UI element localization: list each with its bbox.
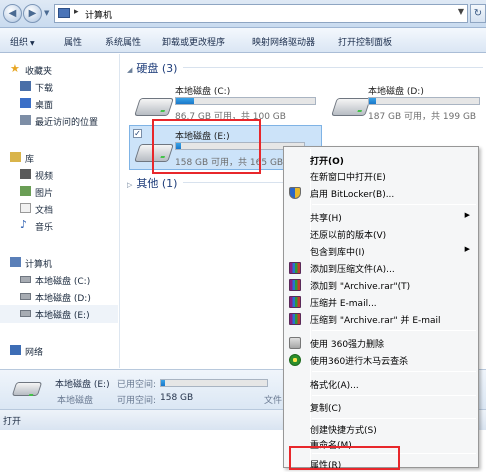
drive-icon	[134, 98, 174, 116]
download-folder-icon	[20, 81, 31, 91]
menu-separator	[312, 371, 476, 372]
submenu-arrow-icon: ▶	[464, 211, 470, 219]
library-icon	[10, 152, 21, 162]
winrar-icon	[289, 313, 301, 325]
menu-separator	[312, 204, 476, 205]
drive-icon	[20, 310, 31, 317]
drive-icon	[331, 98, 371, 116]
menu-item-360-delete[interactable]: 使用 360强力删除	[284, 335, 478, 351]
drive-usage-bar	[175, 97, 316, 105]
menu-item-open[interactable]: 打开(O)	[284, 152, 478, 168]
recent-pages-dropdown-icon[interactable]: ▼	[44, 9, 49, 17]
control-panel-button[interactable]: 打开控制面板	[338, 35, 392, 48]
winrar-icon	[289, 296, 301, 308]
document-icon	[20, 203, 31, 213]
forward-button[interactable]: ▶	[23, 4, 42, 23]
menu-item-include-library[interactable]: 包含到库中(I) ▶	[284, 243, 478, 259]
drive-usage-bar	[368, 97, 480, 105]
menu-separator	[312, 330, 476, 331]
address-bar[interactable]: ▸ 计算机 ▼	[54, 4, 468, 23]
computer-icon	[10, 257, 21, 267]
shredder-icon	[289, 337, 301, 349]
winrar-icon	[289, 279, 301, 291]
refresh-icon: ↻	[473, 8, 483, 19]
menu-item-compress-rar-email[interactable]: 压缩到 "Archive.rar" 并 E-mail	[284, 311, 478, 327]
star-icon: ★	[10, 62, 20, 75]
menu-item-bitlocker[interactable]: 启用 BitLocker(B)...	[284, 185, 478, 201]
desktop-icon	[20, 98, 31, 108]
menu-item-share[interactable]: 共享(H) ▶	[284, 209, 478, 225]
address-dropdown-icon[interactable]: ▼	[458, 7, 464, 16]
annotation-highlight-drive-e	[152, 119, 261, 174]
command-bar: 组织 ▼ 属性 系统属性 卸载或更改程序 映射网络驱动器 打开控制面板	[0, 28, 486, 53]
drive-icon	[11, 382, 43, 396]
menu-separator	[312, 418, 476, 419]
group-header-hard-disks[interactable]: ◢ 硬盘 (3)	[127, 60, 177, 76]
uninstall-button[interactable]: 卸载或更改程序	[162, 35, 225, 48]
organize-button[interactable]: 组织 ▼	[10, 35, 35, 48]
map-drive-button[interactable]: 映射网络驱动器	[252, 35, 315, 48]
annotation-highlight-properties	[289, 446, 400, 470]
menu-separator	[312, 395, 476, 396]
breadcrumb-computer[interactable]: 计算机	[85, 8, 112, 21]
details-usage-bar	[160, 379, 268, 387]
details-free-label: 可用空间:	[117, 396, 157, 406]
group-divider	[183, 182, 283, 183]
collapse-icon: ◢	[127, 66, 133, 74]
360-security-icon	[289, 354, 301, 366]
menu-item-open-new-window[interactable]: 在新窗口中打开(E)	[284, 168, 478, 184]
breadcrumb-separator-icon[interactable]: ▸	[74, 7, 79, 17]
details-free-value: 158 GB	[160, 393, 194, 403]
picture-icon	[20, 186, 31, 196]
refresh-button[interactable]: ↻	[470, 4, 486, 23]
drive-icon	[20, 276, 31, 283]
menu-item-add-archive-rar[interactable]: 添加到 "Archive.rar"(T)	[284, 277, 478, 293]
selection-checkbox[interactable]: ✓	[133, 129, 142, 138]
recent-places-icon	[20, 115, 31, 125]
details-used-label: 已用空间:	[117, 380, 157, 390]
group-divider	[183, 67, 483, 68]
context-menu: 打开(O) 在新窗口中打开(E) 启用 BitLocker(B)... 共享(H…	[283, 146, 479, 471]
status-text: 打开	[3, 417, 22, 427]
chevron-down-icon: ▼	[30, 40, 35, 47]
menu-item-360-scan[interactable]: 使用360进行木马云查杀	[284, 352, 478, 368]
winrar-icon	[289, 262, 301, 274]
back-button[interactable]: ◀	[3, 4, 22, 23]
video-icon	[20, 169, 31, 179]
computer-icon	[58, 8, 70, 18]
menu-item-restore-versions[interactable]: 还原以前的版本(V)	[284, 226, 478, 242]
navigation-pane: ★ 收藏夹 下载 桌面 最近访问的位置 库 视频 图片 文档 ♪ 音乐 计算机 …	[0, 54, 120, 368]
music-icon: ♪	[20, 218, 28, 231]
details-fs-label: 文件	[264, 396, 283, 406]
expand-icon: ▷	[127, 181, 133, 189]
drive-icon	[20, 293, 31, 300]
shield-icon	[289, 187, 301, 199]
group-header-other[interactable]: ▷ 其他 (1)	[127, 175, 177, 191]
menu-item-copy[interactable]: 复制(C)	[284, 399, 478, 415]
network-icon	[10, 345, 21, 355]
menu-item-compress-email[interactable]: 压缩并 E-mail...	[284, 294, 478, 310]
submenu-arrow-icon: ▶	[464, 245, 470, 253]
menu-item-add-archive[interactable]: 添加到压缩文件(A)...	[284, 260, 478, 276]
system-properties-button[interactable]: 系统属性	[105, 35, 141, 48]
details-drive-type: 本地磁盘	[57, 396, 94, 406]
details-drive-name: 本地磁盘 (E:)	[55, 380, 110, 390]
menu-item-create-shortcut[interactable]: 创建快捷方式(S)	[284, 421, 478, 437]
menu-item-format[interactable]: 格式化(A)...	[284, 376, 478, 392]
properties-button[interactable]: 属性	[64, 35, 82, 48]
address-row: ◀ ▶ ▼ ▸ 计算机 ▼ ↻	[0, 0, 486, 28]
